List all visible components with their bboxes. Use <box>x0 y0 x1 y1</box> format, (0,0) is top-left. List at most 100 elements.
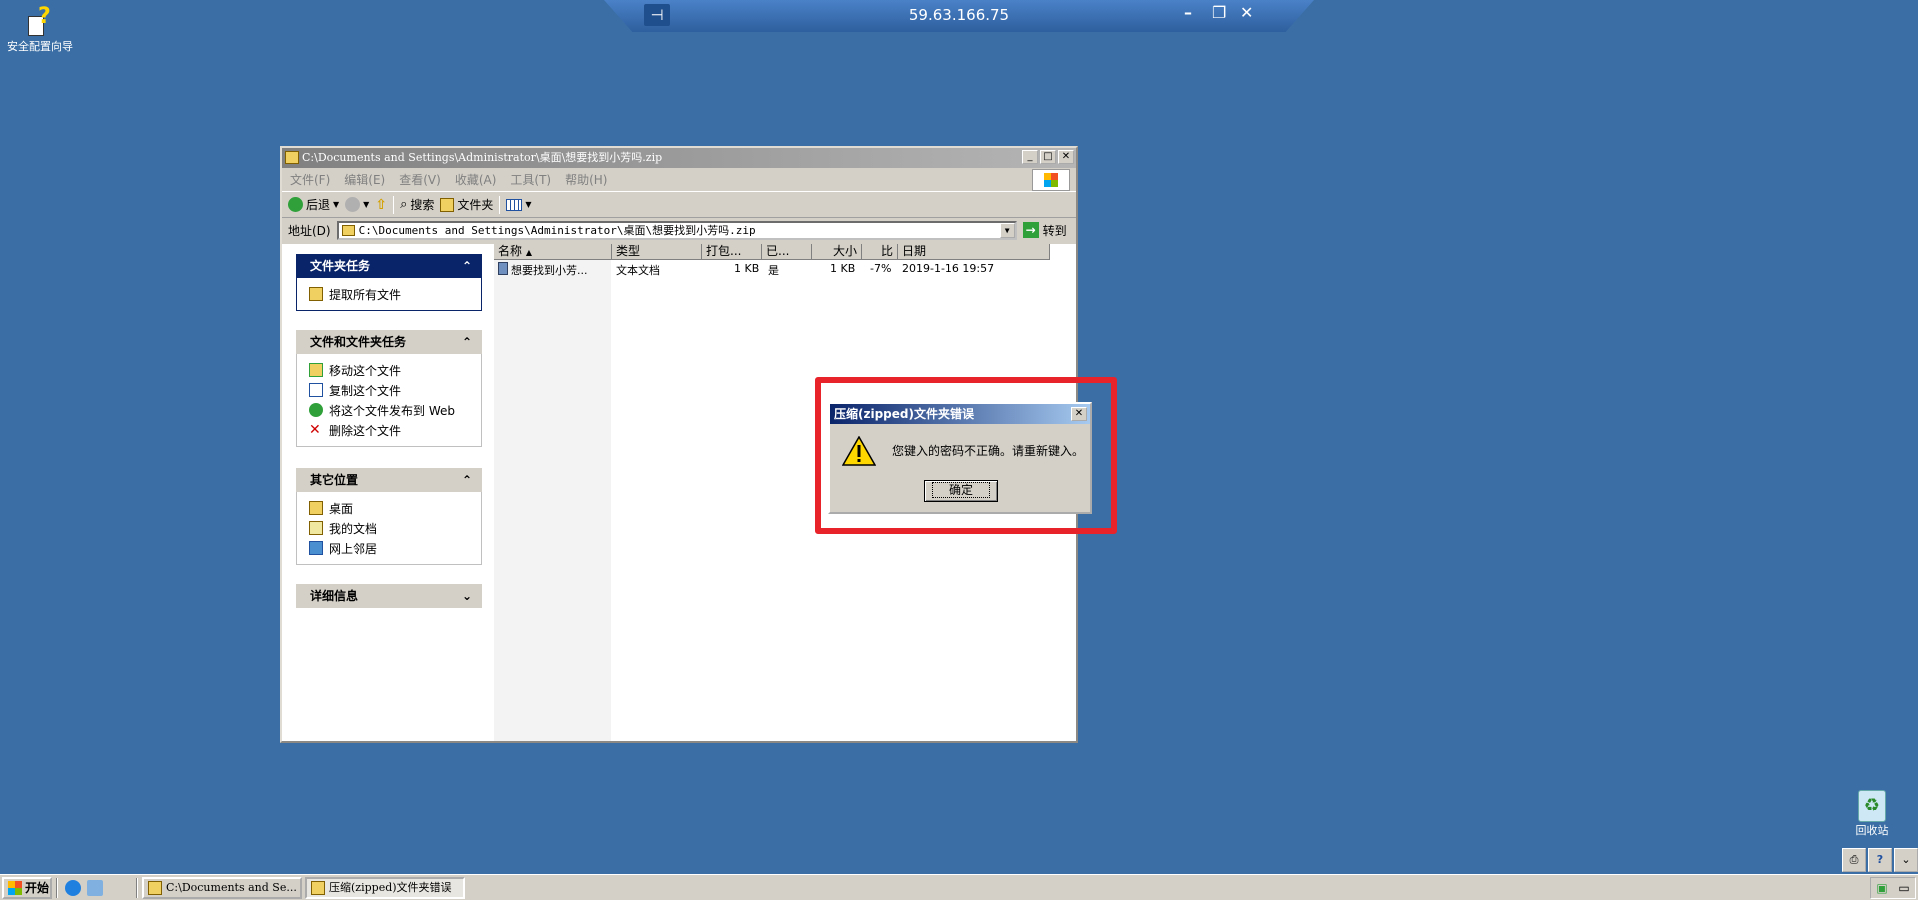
collapse-icon[interactable]: ⌃ <box>462 468 472 492</box>
go-button[interactable]: → 转到 <box>1022 222 1067 239</box>
chevron-down-icon[interactable]: ▼ <box>333 200 339 209</box>
help-icon[interactable]: ? <box>1868 848 1892 872</box>
task-label: 移动这个文件 <box>329 363 402 378</box>
up-folder-icon[interactable]: ⇧ <box>375 197 387 213</box>
monitor-tray-icon[interactable]: ▭ <box>1898 881 1909 895</box>
window-title: C:\Documents and Settings\Administrator\… <box>302 151 663 164</box>
copy-icon <box>309 383 323 397</box>
back-arrow-icon <box>288 197 303 212</box>
search-button[interactable]: ⌕ 搜索 <box>400 196 434 213</box>
minimize-button[interactable]: _ <box>1022 150 1038 164</box>
task-delete-file[interactable]: ✕ 删除这个文件 <box>309 420 481 440</box>
taskbar-button-explorer[interactable]: C:\Documents and Se... <box>142 876 302 899</box>
views-button[interactable]: ▼ <box>506 198 532 211</box>
place-desktop[interactable]: 桌面 <box>309 498 481 518</box>
highlight-box <box>815 377 1117 534</box>
collapse-icon[interactable]: ⌃ <box>462 330 472 354</box>
menu-view[interactable]: 查看(V) <box>399 171 441 188</box>
other-places-header[interactable]: 其它位置 ⌃ <box>296 468 482 492</box>
restore-icon[interactable]: ❐ <box>1212 3 1226 22</box>
go-label: 转到 <box>1042 223 1067 238</box>
task-label: 压缩(zipped)文件夹错误 <box>329 880 452 894</box>
other-places-panel: 其它位置 ⌃ 桌面 我的文档 网上邻居 <box>296 468 482 565</box>
file-size: 1 KB <box>830 262 856 275</box>
network-tray-icon[interactable]: ▣ <box>1876 881 1887 895</box>
ie-icon[interactable] <box>65 879 81 896</box>
globe-icon <box>309 403 323 417</box>
menu-edit[interactable]: 编辑(E) <box>344 171 385 188</box>
desktop-icon-label: 安全配置向导 <box>7 40 73 53</box>
file-tasks-panel: 文件和文件夹任务 ⌃ 移动这个文件 复制这个文件 将这个文件发布到 Web ✕ … <box>296 330 482 447</box>
close-icon[interactable]: ✕ <box>1240 3 1253 22</box>
place-label: 桌面 <box>329 501 354 516</box>
show-desktop-icon[interactable] <box>87 879 103 896</box>
network-icon <box>309 541 323 555</box>
minimize-icon[interactable]: – <box>1184 3 1192 22</box>
column-date[interactable]: 日期 <box>898 244 1050 260</box>
chevron-down-icon[interactable]: ▼ <box>363 200 369 209</box>
place-network[interactable]: 网上邻居 <box>309 538 481 558</box>
desktop-icon-recycle-bin[interactable]: ♻ 回收站 <box>1842 790 1902 838</box>
go-arrow-icon: → <box>1022 222 1039 238</box>
taskbar-button-error-dialog[interactable]: 压缩(zipped)文件夹错误 <box>305 876 465 899</box>
folder-icon <box>440 197 455 212</box>
menu-help[interactable]: 帮助(H) <box>565 171 607 188</box>
menu-file[interactable]: 文件(F) <box>290 171 330 188</box>
details-header[interactable]: 详细信息 ⌄ <box>296 584 482 608</box>
windows-flag-icon <box>8 880 22 895</box>
start-button[interactable]: 开始 <box>2 876 52 899</box>
column-ratio[interactable]: 比 <box>862 244 898 260</box>
folder-tasks-header[interactable]: 文件夹任务 ⌃ <box>296 254 482 278</box>
task-label: 提取所有文件 <box>329 287 402 302</box>
task-label: 删除这个文件 <box>329 423 402 438</box>
file-ratio: -7% <box>870 262 892 275</box>
chevron-down-icon[interactable]: ⌄ <box>1894 848 1918 872</box>
file-type: 文本文档 <box>616 264 660 277</box>
task-publish-web[interactable]: 将这个文件发布到 Web <box>309 400 481 420</box>
zip-folder-icon <box>341 224 355 236</box>
address-dropdown-icon[interactable]: ▼ <box>999 222 1015 238</box>
task-label: 将这个文件发布到 Web <box>329 403 455 418</box>
folder-icon <box>148 880 162 895</box>
task-extract-all[interactable]: 提取所有文件 <box>309 284 481 304</box>
address-label: 地址(D) <box>288 223 331 238</box>
back-button[interactable]: 后退 ▼ <box>288 196 339 213</box>
expand-icon[interactable]: ⌄ <box>462 584 472 608</box>
menu-favorites[interactable]: 收藏(A) <box>455 171 497 188</box>
place-label: 网上邻居 <box>329 541 378 556</box>
address-field[interactable]: C:\Documents and Settings\Administrator\… <box>336 220 1017 240</box>
task-move-file[interactable]: 移动这个文件 <box>309 360 481 380</box>
column-label: 名称 <box>498 244 523 258</box>
collapse-icon[interactable]: ⌃ <box>462 254 472 278</box>
column-packed[interactable]: 打包... <box>702 244 762 260</box>
folder-tasks-panel: 文件夹任务 ⌃ 提取所有文件 <box>296 254 482 311</box>
details-panel: 详细信息 ⌄ <box>296 584 482 608</box>
column-type[interactable]: 类型 <box>612 244 702 260</box>
forward-button[interactable]: ▼ <box>345 197 369 212</box>
column-encrypted[interactable]: 已... <box>762 244 812 260</box>
place-label: 我的文档 <box>329 521 378 536</box>
menu-bar: 文件(F) 编辑(E) 查看(V) 收藏(A) 工具(T) 帮助(H) <box>282 168 1076 192</box>
delete-icon: ✕ <box>309 422 321 438</box>
task-copy-file[interactable]: 复制这个文件 <box>309 380 481 400</box>
zip-folder-icon <box>285 151 299 164</box>
maximize-button[interactable]: □ <box>1040 150 1056 164</box>
file-encrypted: 是 <box>768 264 779 277</box>
column-name[interactable]: 名称 ▲ <box>494 244 612 260</box>
explorer-titlebar[interactable]: C:\Documents and Settings\Administrator\… <box>282 148 1076 168</box>
standard-toolbar: 后退 ▼ ▼ ⇧ ⌕ 搜索 文件夹 ▼ <box>282 192 1076 218</box>
column-size[interactable]: 大小 <box>812 244 862 260</box>
desktop-folder-icon <box>309 501 323 515</box>
printer-icon[interactable]: ⎙ <box>1842 848 1866 872</box>
text-file-icon <box>498 262 508 275</box>
folders-button[interactable]: 文件夹 <box>440 196 493 213</box>
recycle-bin-icon: ♻ <box>1858 790 1886 822</box>
desktop-icon-security-wizard[interactable]: ? 安全配置向导 <box>2 4 78 54</box>
close-button[interactable]: ✕ <box>1058 150 1074 164</box>
views-icon <box>506 198 523 211</box>
windows-logo-icon <box>1032 169 1070 191</box>
place-my-documents[interactable]: 我的文档 <box>309 518 481 538</box>
file-tasks-header[interactable]: 文件和文件夹任务 ⌃ <box>296 330 482 354</box>
taskbar: 开始 C:\Documents and Se... 压缩(zipped)文件夹错… <box>0 874 1918 900</box>
menu-tools[interactable]: 工具(T) <box>510 171 551 188</box>
